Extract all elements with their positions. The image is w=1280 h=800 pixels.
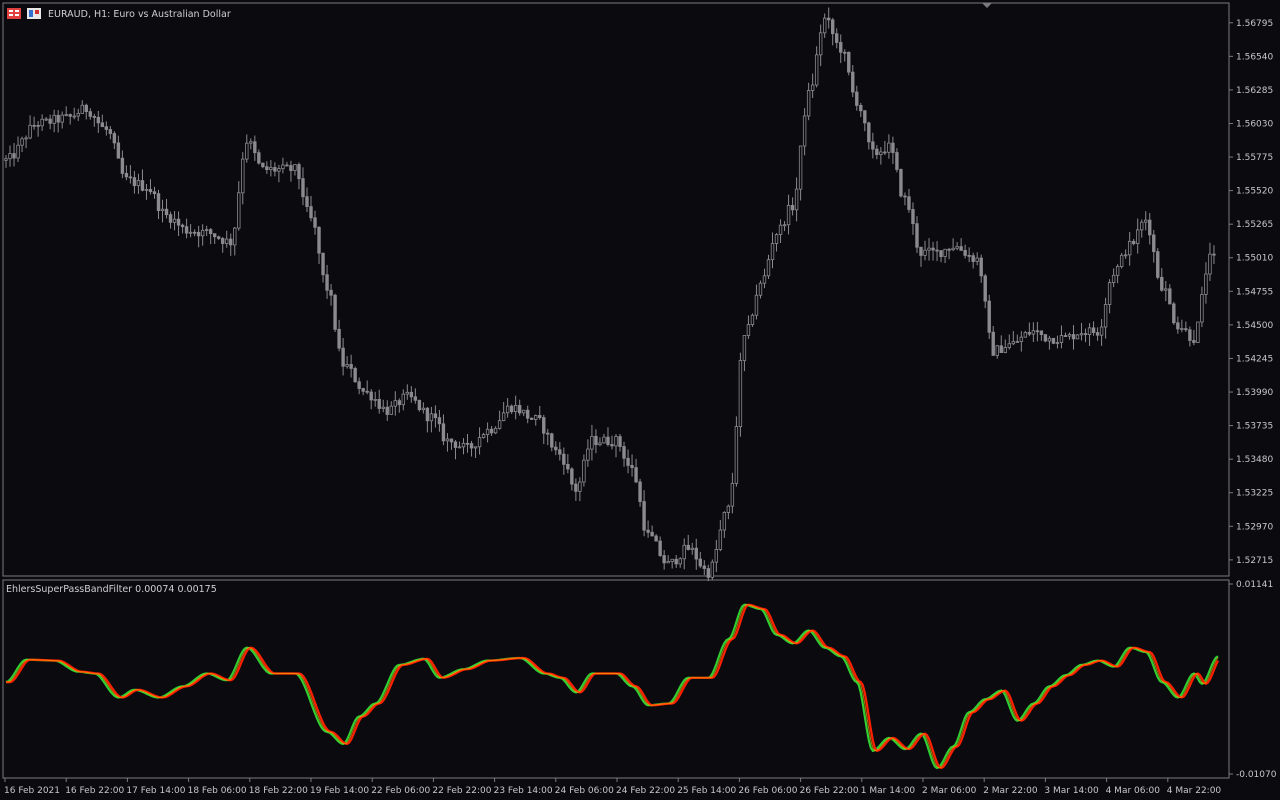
- candle: [1196, 321, 1200, 344]
- time-tick-label: 16 Feb 22:00: [65, 786, 124, 796]
- candle: [417, 399, 422, 412]
- indicator-title: EhlersSuperPassBandFilter 0.00074 0.0017…: [6, 584, 217, 595]
- candle: [987, 294, 991, 339]
- price-tick-label: 1.56540: [1236, 52, 1273, 62]
- candle: [750, 313, 755, 327]
- candle: [353, 366, 357, 383]
- time-tick-label: 17 Feb 14:00: [126, 786, 185, 796]
- price-tick-label: 1.53990: [1236, 388, 1273, 398]
- chart-background: [0, 0, 1280, 800]
- time-tick-label: 24 Feb 06:00: [555, 786, 614, 796]
- price-tick-label: 1.55265: [1236, 220, 1273, 230]
- candle: [333, 293, 337, 332]
- time-tick-label: 18 Feb 22:00: [249, 786, 308, 796]
- chart-menu-icon[interactable]: [7, 8, 21, 19]
- chart-canvas[interactable]: EURAUD, H1: Euro vs Australian Dollar Eh…: [0, 0, 1280, 800]
- time-tick-label: 2 Mar 06:00: [922, 786, 977, 796]
- price-tick-label: 1.56030: [1236, 119, 1273, 129]
- candle: [738, 352, 743, 437]
- price-tick-label: 1.56795: [1236, 19, 1273, 29]
- price-tick-label: 1.53735: [1236, 422, 1273, 432]
- candle: [1119, 252, 1124, 269]
- candle: [1172, 301, 1176, 325]
- one-click-trading-icon[interactable]: [27, 8, 41, 19]
- candle: [847, 51, 851, 76]
- candle: [899, 168, 903, 198]
- symbol-title: EURAUD, H1: Euro vs Australian Dollar: [48, 9, 231, 20]
- time-tick-label: 1 Mar 14:00: [861, 786, 916, 796]
- candle: [1156, 248, 1160, 280]
- time-tick-label: 3 Mar 14:00: [1044, 786, 1099, 796]
- indicator-level-top: 0.01141: [1236, 580, 1273, 590]
- price-tick-label: 1.53225: [1236, 489, 1273, 499]
- price-tick-label: 1.55010: [1236, 254, 1273, 264]
- time-tick-label: 16 Feb 2021: [4, 786, 60, 796]
- price-tick-label: 1.56285: [1236, 86, 1273, 96]
- time-tick-label: 22 Feb 06:00: [371, 786, 430, 796]
- candle: [1051, 337, 1056, 345]
- candle: [710, 559, 715, 580]
- time-tick-label: 22 Feb 22:00: [432, 786, 491, 796]
- time-tick-label: 4 Mar 06:00: [1106, 786, 1161, 796]
- candle: [1043, 334, 1048, 343]
- candle: [1075, 334, 1080, 340]
- time-tick-label: 18 Feb 06:00: [188, 786, 247, 796]
- price-tick-label: 1.54755: [1236, 287, 1273, 297]
- time-tick-label: 4 Mar 22:00: [1167, 786, 1222, 796]
- candle: [734, 416, 739, 487]
- price-tick-label: 1.53480: [1236, 455, 1273, 465]
- time-tick-label: 25 Feb 14:00: [677, 786, 736, 796]
- price-tick-label: 1.55775: [1236, 153, 1273, 163]
- price-tick-label: 1.54245: [1236, 354, 1273, 364]
- price-tick-label: 1.52715: [1236, 556, 1273, 566]
- time-tick-label: 19 Feb 14:00: [310, 786, 369, 796]
- time-tick-label: 24 Feb 22:00: [616, 786, 675, 796]
- price-tick-label: 1.52970: [1236, 522, 1273, 532]
- price-tick-label: 1.55520: [1236, 187, 1273, 197]
- time-tick-label: 23 Feb 14:00: [494, 786, 553, 796]
- indicator-level-bottom: -0.01070: [1236, 770, 1277, 780]
- time-tick-label: 26 Feb 22:00: [800, 786, 859, 796]
- price-tick-label: 1.54500: [1236, 321, 1273, 331]
- time-tick-label: 2 Mar 22:00: [983, 786, 1038, 796]
- time-tick-label: 26 Feb 06:00: [738, 786, 797, 796]
